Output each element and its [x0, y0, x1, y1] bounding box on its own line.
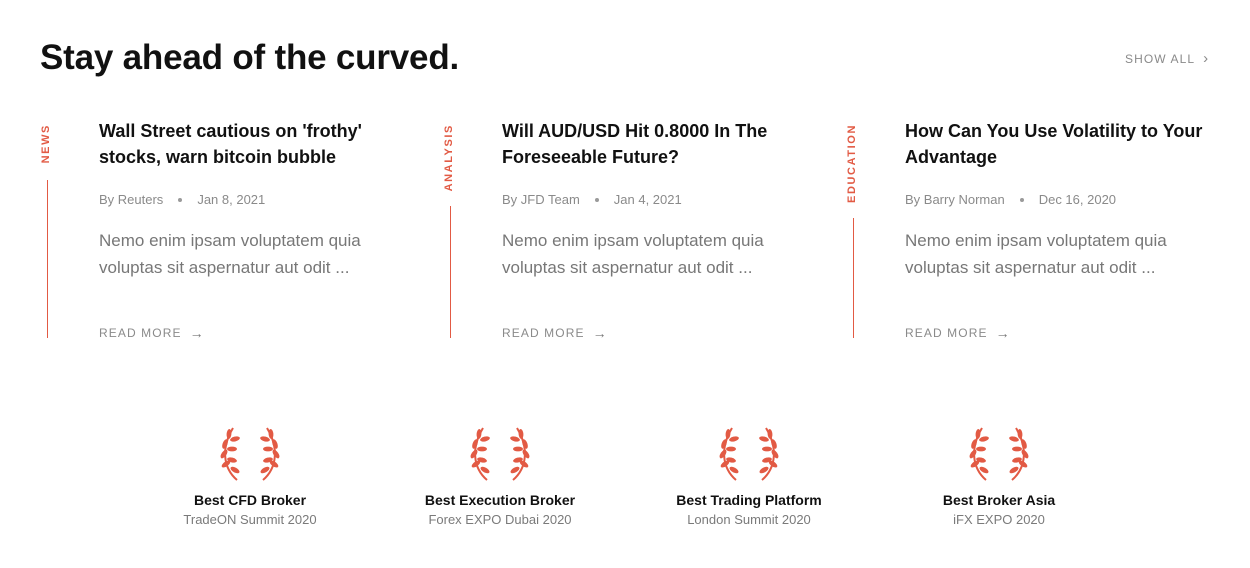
meta-separator	[178, 197, 183, 202]
award-name: Best CFD Broker	[193, 492, 307, 508]
arrow-right-icon: →	[189, 325, 205, 341]
category-line	[853, 218, 854, 338]
article-title[interactable]: Wall Street cautious on 'frothy' stocks,…	[99, 118, 419, 170]
article-meta: By Reuters Jan 8, 2021	[99, 192, 419, 207]
arrow-right-icon: →	[995, 325, 1011, 341]
article-date: Dec 16, 2020	[1038, 192, 1117, 207]
read-more-label: READ MORE	[905, 326, 988, 340]
category-line	[450, 206, 451, 338]
award-event: TradeON Summit 2020	[183, 512, 317, 527]
article-author: By Barry Norman	[905, 192, 1005, 207]
article-author: By Reuters	[99, 192, 164, 207]
show-all-link[interactable]: SHOW ALL ›	[1125, 50, 1210, 67]
article-meta: By Barry Norman Dec 16, 2020	[905, 192, 1225, 207]
award-name: Best Broker Asia	[942, 492, 1056, 508]
category-label[interactable]: ANALYSIS	[443, 124, 459, 191]
read-more-link[interactable]: READ MORE →	[905, 325, 1011, 341]
read-more-label: READ MORE	[99, 326, 182, 340]
meta-separator	[1019, 197, 1024, 202]
read-more-link[interactable]: READ MORE →	[502, 325, 608, 341]
category-label[interactable]: NEWS	[40, 124, 56, 163]
article-excerpt: Nemo enim ipsam voluptatem quia voluptas…	[99, 231, 361, 277]
category-rail: EDUCATION	[846, 124, 862, 338]
read-more-link[interactable]: READ MORE →	[99, 325, 205, 341]
article-title[interactable]: How Can You Use Volatility to Your Advan…	[905, 118, 1225, 170]
section-heading: Stay ahead of the curved.	[40, 38, 460, 77]
category-line	[47, 180, 48, 338]
laurel-wreath-icon	[218, 427, 282, 481]
show-all-label: SHOW ALL	[1125, 52, 1196, 66]
laurel-wreath-icon	[717, 427, 781, 481]
laurel-wreath-icon	[468, 427, 532, 481]
award-event: iFX EXPO 2020	[953, 512, 1045, 527]
award-event: Forex EXPO Dubai 2020	[428, 512, 572, 527]
article-card: EDUCATION How Can You Use Volatility to …	[846, 118, 1216, 341]
article-date: Jan 4, 2021	[613, 192, 682, 207]
article-card: ANALYSIS Will AUD/USD Hit 0.8000 In The …	[443, 118, 813, 341]
article-date: Jan 8, 2021	[197, 192, 266, 207]
category-label[interactable]: EDUCATION	[846, 124, 862, 203]
chevron-right-icon: ›	[1203, 50, 1210, 67]
article-excerpt: Nemo enim ipsam voluptatem quia voluptas…	[502, 231, 764, 277]
award-item: Best Execution Broker Forex EXPO Dubai 2…	[390, 420, 610, 527]
award-event: London Summit 2020	[687, 512, 811, 527]
award-name: Best Execution Broker	[424, 492, 576, 508]
article-author: By JFD Team	[502, 192, 580, 207]
article-title[interactable]: Will AUD/USD Hit 0.8000 In The Foreseeab…	[502, 118, 822, 170]
laurel-wreath-icon	[967, 427, 1031, 481]
category-rail: NEWS	[40, 124, 56, 338]
award-item: Best CFD Broker TradeON Summit 2020	[140, 420, 360, 527]
read-more-label: READ MORE	[502, 326, 585, 340]
category-rail: ANALYSIS	[443, 124, 459, 338]
award-name: Best Trading Platform	[676, 492, 822, 508]
award-item: Best Broker Asia iFX EXPO 2020	[889, 420, 1109, 527]
arrow-right-icon: →	[592, 325, 608, 341]
article-meta: By JFD Team Jan 4, 2021	[502, 192, 822, 207]
award-item: Best Trading Platform London Summit 2020	[639, 420, 859, 527]
meta-separator	[594, 197, 599, 202]
article-card: NEWS Wall Street cautious on 'frothy' st…	[40, 118, 410, 341]
article-excerpt: Nemo enim ipsam voluptatem quia voluptas…	[905, 231, 1167, 277]
